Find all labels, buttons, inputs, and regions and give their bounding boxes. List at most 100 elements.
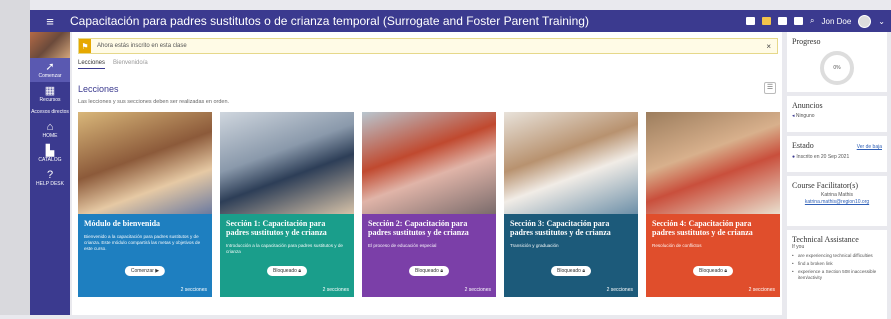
user-icon: ● xyxy=(792,154,796,160)
course-title: Capacitación para padres sustitutos o de… xyxy=(70,14,589,28)
window-left-margin xyxy=(0,0,30,315)
tab-bienvenido[interactable]: Bienvenido/a xyxy=(113,60,148,69)
flag-icon: ⚑ xyxy=(79,39,91,53)
lock-icon: 🔒︎ xyxy=(582,268,585,274)
locked-button[interactable]: Bloqueado 🔒︎ xyxy=(267,266,307,276)
progress-value: 0% xyxy=(833,65,841,71)
megaphone-icon: ◂ xyxy=(792,113,795,119)
section-heading: Lecciones xyxy=(78,84,119,94)
lock-icon: 🔒︎ xyxy=(298,268,301,274)
locked-button[interactable]: Bloqueado 🔒︎ xyxy=(551,266,591,276)
lesson-description: Bienvenido a la capacitación para padres… xyxy=(84,234,201,251)
lesson-card[interactable]: Sección 4: Capacitación para padres sust… xyxy=(646,112,780,297)
help-icon: ? xyxy=(46,169,54,181)
lesson-image xyxy=(78,112,212,214)
sidebar-item-comenzar[interactable]: ➚ Comenzar xyxy=(30,58,70,82)
announcements-value: Ninguno xyxy=(795,113,815,119)
list-icon[interactable] xyxy=(778,17,788,25)
lesson-title: Módulo de bienvenida xyxy=(84,219,161,228)
facilitator-email[interactable]: katrina.mathis@region10.org xyxy=(792,199,882,206)
user-name[interactable]: Jon Doe xyxy=(822,17,852,26)
catalog-icon: ▙ xyxy=(45,145,55,157)
lesson-card[interactable]: Módulo de bienvenida Bienvenido a la cap… xyxy=(78,112,212,297)
lesson-card-body: Sección 4: Capacitación para padres sust… xyxy=(646,214,780,297)
lock-icon: 🔒︎ xyxy=(724,268,727,274)
lesson-title: Sección 2: Capacitación para padres sust… xyxy=(368,219,469,237)
lesson-description: Introducción a la capacitación para padr… xyxy=(226,243,343,254)
top-toolbar: ⌕ Jon Doe ⌄ xyxy=(746,14,891,28)
lesson-title: Sección 4: Capacitación para padres sust… xyxy=(652,219,753,237)
notifications-icon[interactable] xyxy=(762,17,772,25)
messages-icon[interactable] xyxy=(746,17,756,25)
progress-panel: Progreso 0% xyxy=(787,32,887,92)
avatar[interactable] xyxy=(858,14,872,28)
announcements-title: Anuncios xyxy=(792,101,823,110)
chevron-down-icon[interactable]: ⌄ xyxy=(878,17,885,26)
sidebar-item-recursos[interactable]: ▦ Recursos xyxy=(30,82,70,106)
lesson-title: Sección 3: Capacitación para padres sust… xyxy=(510,219,611,237)
ta-intro: If you xyxy=(792,244,805,250)
progress-ring: 0% xyxy=(820,51,854,85)
lesson-description: Transición y graduación xyxy=(510,243,559,248)
sidebar-section-shortcuts: Accesos directos xyxy=(31,109,69,115)
section-count: 2 secciones xyxy=(180,287,207,293)
section-count: 2 secciones xyxy=(748,287,775,293)
lesson-image xyxy=(220,112,354,214)
locked-button[interactable]: Bloqueado 🔒︎ xyxy=(693,266,733,276)
facilitator-title: Course Facilitator(s) xyxy=(792,181,858,190)
locked-button[interactable]: Bloqueado 🔒︎ xyxy=(409,266,449,276)
tab-lecciones[interactable]: Lecciones xyxy=(78,60,106,69)
facilitator-panel: Course Facilitator(s) Katrina Mathis kat… xyxy=(787,176,887,226)
unenroll-link[interactable]: Ver de baja xyxy=(857,144,882,151)
section-count: 2 secciones xyxy=(464,287,491,293)
ta-list: are experiencing technical difficulties … xyxy=(792,253,882,281)
search-icon[interactable]: ⌕ xyxy=(810,16,814,26)
lesson-card-body: Sección 3: Capacitación para padres sust… xyxy=(504,214,638,297)
section-count: 2 secciones xyxy=(322,287,349,293)
enrollment-banner: ⚑ Ahora estás inscrito en esta clase × xyxy=(78,38,778,54)
section-count: 2 secciones xyxy=(606,287,633,293)
facilitator-name: Katrina Mathis xyxy=(821,192,853,198)
list-item: find a broken link xyxy=(792,261,882,267)
start-button[interactable]: Comenzar ▶ xyxy=(124,266,166,276)
rocket-icon: ➚ xyxy=(45,61,55,73)
enrollment-message: Ahora estás inscrito en esta clase xyxy=(97,43,187,49)
folder-icon: ▦ xyxy=(44,85,56,97)
list-item: experience a Section 508 inaccessible it… xyxy=(792,269,882,281)
course-thumbnail xyxy=(30,32,70,58)
lesson-card-body: Sección 1: Capacitación para padres sust… xyxy=(220,214,354,297)
lesson-card-body: Sección 2: Capacitación para padres sust… xyxy=(362,214,496,297)
lesson-card[interactable]: Sección 2: Capacitación para padres sust… xyxy=(362,112,496,297)
home-icon: ⌂ xyxy=(46,121,54,133)
list-view-button[interactable]: ☰ xyxy=(764,82,776,94)
sidebar-item-home[interactable]: ⌂ HOME xyxy=(30,118,70,142)
lock-icon: 🔒︎ xyxy=(440,268,443,274)
lesson-card[interactable]: Sección 1: Capacitación para padres sust… xyxy=(220,112,354,297)
list-item: are experiencing technical difficulties xyxy=(792,253,882,259)
close-icon[interactable]: × xyxy=(766,42,777,51)
status-title: Estado xyxy=(792,141,814,150)
lesson-cards: Módulo de bienvenida Bienvenido a la cap… xyxy=(78,112,780,297)
sidebar: ➚ Comenzar ▦ Recursos Accesos directos ⌂… xyxy=(30,32,70,315)
announcements-panel: Anuncios ◂ Ninguno xyxy=(787,96,887,132)
lesson-title: Sección 1: Capacitación para padres sust… xyxy=(226,219,327,237)
lesson-card-body: Módulo de bienvenida Bienvenido a la cap… xyxy=(78,214,212,297)
menu-icon[interactable]: ≡ xyxy=(30,14,70,29)
lesson-description: El proceso de educación especial xyxy=(368,243,437,248)
lesson-card[interactable]: Sección 3: Capacitación para padres sust… xyxy=(504,112,638,297)
progress-title: Progreso xyxy=(792,37,821,46)
lesson-image xyxy=(504,112,638,214)
main-content: ⚑ Ahora estás inscrito en esta clase × L… xyxy=(72,32,782,315)
right-panel: Progreso 0% Anuncios ◂ Ninguno Estado Ve… xyxy=(787,32,887,319)
sidebar-item-catalog[interactable]: ▙ CATALOG xyxy=(30,142,70,166)
top-bar: ≡ Capacitación para padres sustitutos o … xyxy=(30,10,891,32)
section-subtitle: Las lecciones y sus secciones deben ser … xyxy=(78,99,230,105)
tab-bar: Lecciones Bienvenido/a xyxy=(78,60,148,69)
status-value: Inscrito en 20 Sep 2021 xyxy=(796,154,850,160)
sidebar-item-help-desk[interactable]: ? HELP DESK xyxy=(30,166,70,190)
calendar-icon[interactable] xyxy=(794,17,804,25)
status-panel: Estado Ver de baja ● Inscrito en 20 Sep … xyxy=(787,136,887,172)
technical-assistance-panel: Technical Assistance If you are experien… xyxy=(787,230,887,319)
ta-title: Technical Assistance xyxy=(792,235,859,244)
lesson-image xyxy=(646,112,780,214)
